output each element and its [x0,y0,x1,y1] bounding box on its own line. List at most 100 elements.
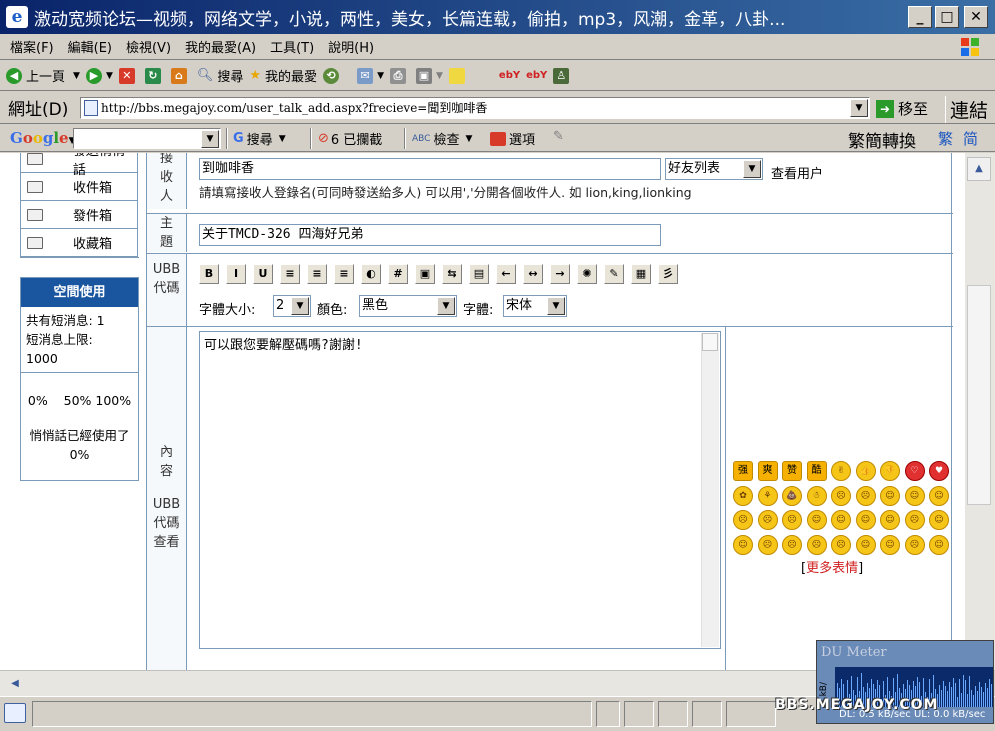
edit-button[interactable]: ▣ ▼ [415,67,443,84]
emoticon-icon[interactable]: 👎 [880,461,900,481]
emoticon-icon[interactable]: ☺ [733,534,753,555]
color-select[interactable]: 黑色 ▼ [359,295,457,317]
google-logo[interactable]: Google▼ [10,129,76,147]
emoticon-icon[interactable]: ⚘ [757,485,778,506]
menu-edit[interactable]: 編輯(E) [68,37,112,56]
emoticon-icon[interactable]: ☹ [806,534,827,555]
scroll-left-button[interactable]: ◀ [4,673,26,694]
emoticon-icon[interactable]: ☺ [929,510,949,530]
emoticon-icon[interactable]: ☹ [757,510,778,530]
url-input[interactable]: http://bbs.megajoy.com/user_talk_add.asp… [80,97,870,119]
sidebar-item-send[interactable]: 發送悄悄話 [20,153,138,178]
close-button[interactable]: ✕ [964,6,988,28]
menu-help[interactable]: 說明(H) [328,37,374,56]
menu-file[interactable]: 檔案(F) [10,37,54,56]
font-dropdown-icon[interactable]: ▼ [547,297,565,315]
emoticon-icon[interactable]: ☹ [757,534,778,555]
emoticon-icon[interactable]: ☹ [831,534,851,555]
forward-button[interactable]: ▶ ▼ [85,67,113,84]
emoticon-icon[interactable]: ☹ [782,510,802,530]
ubb-button-11[interactable]: ← [496,264,516,284]
favorites-button[interactable]: ★ 我的最愛 [249,66,317,85]
emoticon-icon[interactable]: ☺ [880,485,900,506]
sidebar-item-saved[interactable]: 收藏箱 [20,229,138,257]
popup-blocker-button[interactable]: ⊘ 6 已攔截 [318,129,382,148]
ebay-button[interactable]: ebY [499,70,520,81]
google-search-input[interactable]: ▼ [73,128,221,149]
ubb-button-16[interactable]: ▦ [631,264,651,284]
ubb-button-13[interactable]: → [550,264,570,284]
ebay-button-2[interactable]: ebY [526,70,547,81]
friends-select[interactable]: 好友列表 ▼ [665,158,763,180]
content-textarea[interactable]: 可以跟您要解壓碼嗎?謝謝! [199,331,721,649]
emoticon-icon[interactable]: ☹ [855,485,876,506]
vertical-scrollbar[interactable]: ▲ [965,153,995,670]
emoticon-icon[interactable]: 爽 [757,461,778,481]
ubb-button-15[interactable]: ✎ [604,264,624,284]
tool-button[interactable]: ♙ [553,67,573,84]
ubb-button-1[interactable]: I [226,264,246,284]
emoticon-icon[interactable]: ☹ [904,510,925,530]
ubb-button-12[interactable]: ↔ [523,264,543,284]
friends-dropdown-icon[interactable]: ▼ [743,160,761,178]
ubb-button-14[interactable]: ✺ [577,264,597,284]
ubb-button-4[interactable]: ≡ [307,264,327,284]
spell-check-button[interactable]: ABC 檢查 ▼ [412,129,472,148]
stop-button[interactable]: ✕ [118,67,139,84]
ubb-button-8[interactable]: ▣ [415,264,435,284]
sidebar-item-inbox[interactable]: 收件箱 [20,173,138,201]
simplified-button[interactable]: 简 [963,128,978,149]
home-button[interactable]: ⌂ [170,67,191,84]
ubb-button-10[interactable]: ▤ [469,264,489,284]
ubb-button-6[interactable]: ◐ [361,264,381,284]
ubb-button-3[interactable]: ≡ [280,264,300,284]
google-search-dropdown[interactable]: ▼ [201,130,219,148]
font-select[interactable]: 宋体 ▼ [503,295,567,317]
emoticon-icon[interactable]: ♡ [904,461,925,481]
emoticon-icon[interactable]: ☺ [929,534,949,555]
minimize-button[interactable]: _ [908,6,932,28]
back-button[interactable]: ◀ 上一頁 ▼ [6,66,80,85]
font-size-select[interactable]: 2 ▼ [273,295,311,317]
convert-label[interactable]: 繁簡轉換 [848,127,916,152]
url-dropdown-button[interactable]: ▼ [850,99,868,117]
emoticon-icon[interactable]: ✿ [733,485,753,506]
emoticon-icon[interactable]: ☺ [831,510,851,530]
refresh-button[interactable]: ↻ [144,67,165,84]
links-button[interactable]: 連結 [945,96,988,123]
emoticon-icon[interactable]: 💩 [782,485,802,506]
emoticon-icon[interactable]: ☺ [880,534,900,555]
sidebar-item-outbox[interactable]: 發件箱 [20,201,138,229]
emoticon-icon[interactable]: ☹ [733,510,753,530]
more-emotions-link[interactable]: [更多表情] [801,557,863,576]
emoticon-icon[interactable]: 👍 [855,461,876,481]
emoticon-icon[interactable]: 赞 [782,461,802,481]
textarea-scrollbar[interactable] [701,333,719,647]
print-button[interactable]: ⎙ [389,67,410,84]
ubb-button-17[interactable]: 彡 [658,264,678,284]
color-dropdown-icon[interactable]: ▼ [437,297,455,315]
menu-tools[interactable]: 工具(T) [270,37,314,56]
view-users-link[interactable]: 查看用户 [771,163,823,182]
emoticon-icon[interactable]: ☺ [855,510,876,530]
ubb-button-2[interactable]: U [253,264,273,284]
ubb-button-7[interactable]: # [388,264,408,284]
font-size-dropdown-icon[interactable]: ▼ [291,297,309,315]
menu-favorites[interactable]: 我的最愛(A) [185,37,256,56]
mail-button[interactable]: ✉ ▼ [357,67,384,84]
highlight-button[interactable]: ✎ [553,129,564,144]
emoticon-icon[interactable]: ✌ [831,461,851,481]
emoticon-icon[interactable]: ☹ [904,534,925,555]
forward-dropdown-icon[interactable]: ▼ [106,71,113,81]
emoticon-icon[interactable]: 酷 [806,461,827,481]
emoticon-icon[interactable]: 强 [733,461,753,481]
emoticon-icon[interactable]: ☺ [855,534,876,555]
back-dropdown-icon[interactable]: ▼ [73,71,80,81]
google-search-button[interactable]: G 搜尋 ▼ [233,129,286,148]
emoticon-icon[interactable]: ☺ [880,510,900,530]
ubb-button-0[interactable]: B [199,264,219,284]
scroll-up-button[interactable]: ▲ [967,157,991,181]
emoticon-icon[interactable]: ☃ [806,485,827,506]
options-button[interactable]: 選項 [490,129,535,148]
ubb-button-5[interactable]: ≡ [334,264,354,284]
